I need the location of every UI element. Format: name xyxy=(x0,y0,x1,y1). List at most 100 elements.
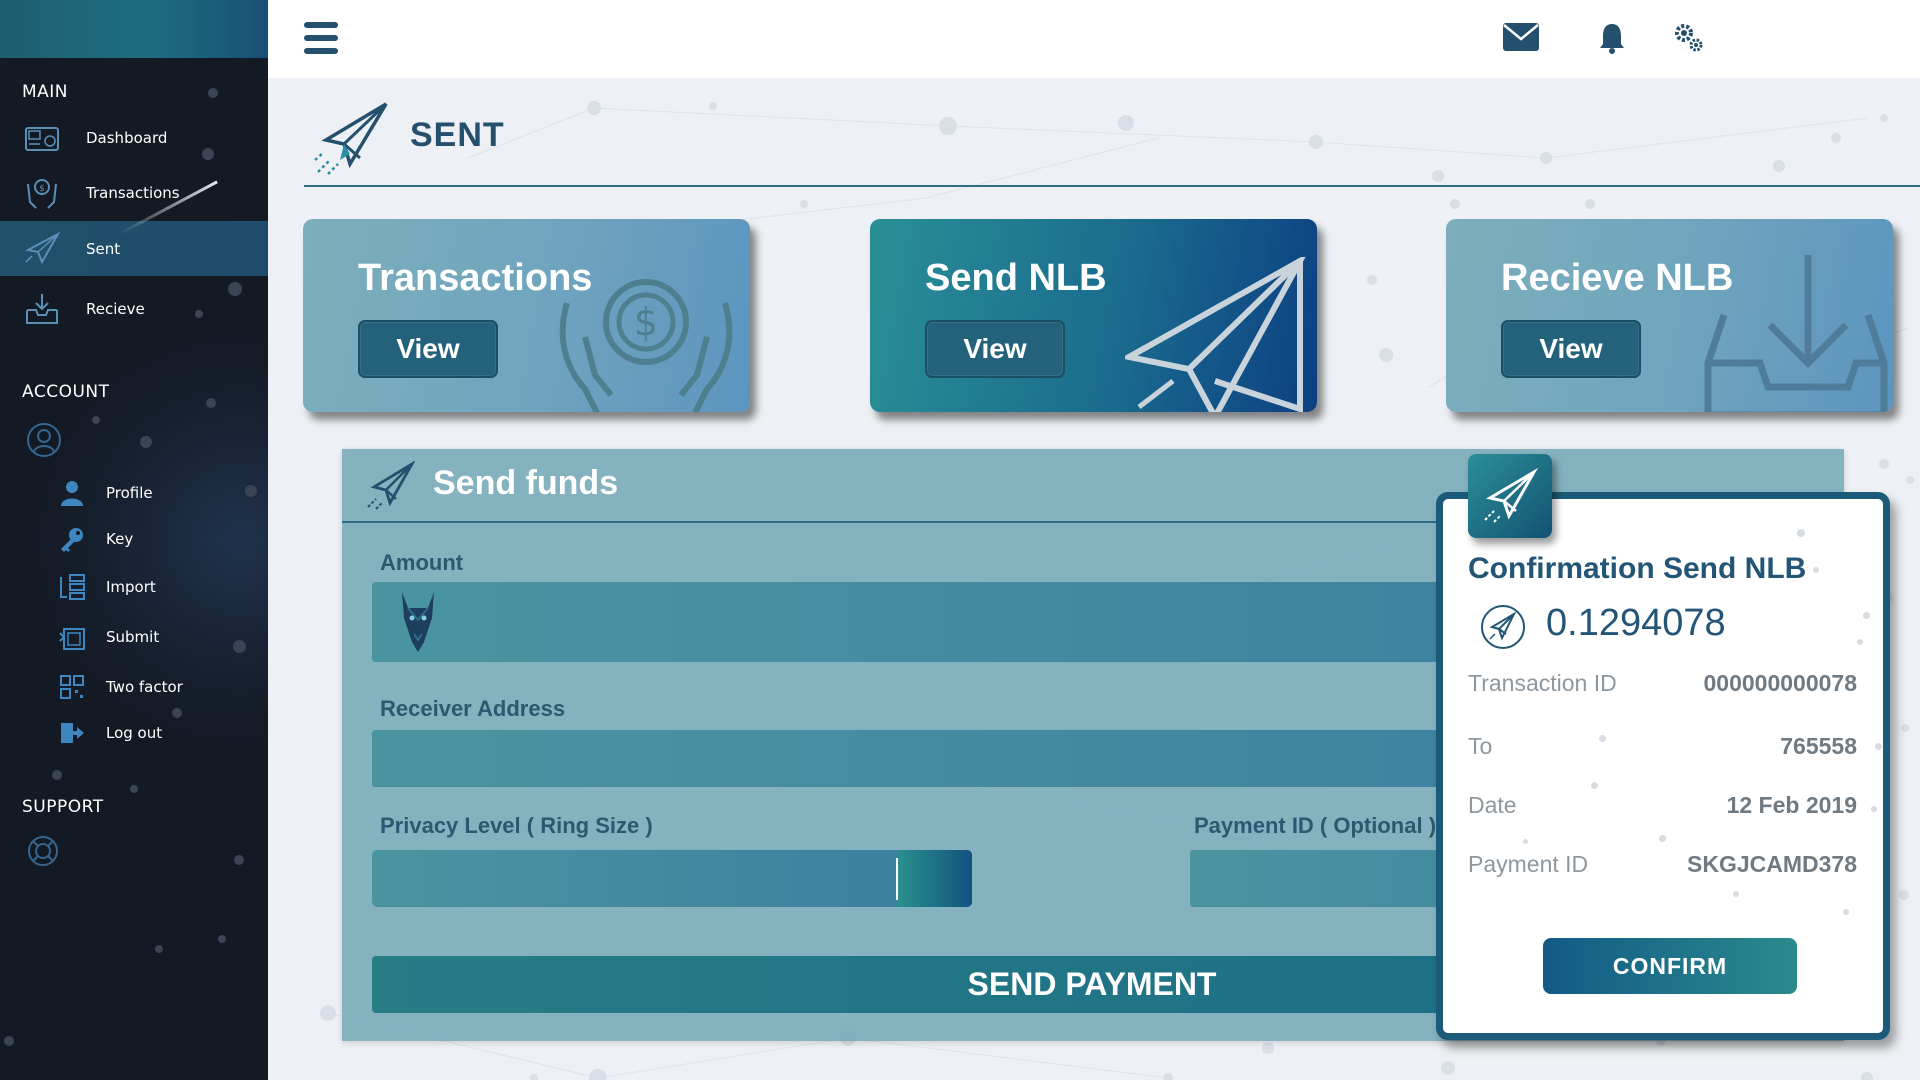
transactions-hands-icon: $ xyxy=(27,179,57,209)
card-title: Transactions xyxy=(358,257,593,299)
payment-id-value: SKGJCAMD378 xyxy=(1687,851,1857,877)
sidebar-item-label: Log out xyxy=(106,724,163,742)
sidebar-item-label: Profile xyxy=(106,484,153,502)
confirm-button[interactable]: CONFIRM xyxy=(1543,938,1797,994)
decor-dot xyxy=(1599,735,1606,742)
decor-dot xyxy=(155,945,163,953)
modal-title: Confirmation Send NLB xyxy=(1468,552,1807,585)
card-send-nlb: Send NLB View xyxy=(870,219,1317,412)
svg-text:$: $ xyxy=(634,300,658,344)
sidebar: MAIN Dashboard $ Transactions Sent Recie… xyxy=(0,0,268,1080)
decor-dot xyxy=(1843,909,1849,915)
coin-plane-icon xyxy=(1481,605,1525,649)
sidebar-item-label: Recieve xyxy=(86,300,145,318)
sidebar-item-label: Transactions xyxy=(86,184,180,202)
section-support: SUPPORT xyxy=(22,797,104,817)
decor-dot xyxy=(140,436,152,448)
paper-plane-icon xyxy=(1125,257,1306,412)
decor-dot xyxy=(1659,835,1666,842)
card-transactions: $ Transactions View xyxy=(303,219,750,412)
card-title: Send NLB xyxy=(925,257,1107,299)
paper-plane-icon xyxy=(25,231,60,264)
sidebar-item-two-factor[interactable]: Two factor xyxy=(0,667,268,707)
payment-id-label: Payment ID ( Optional ) xyxy=(1194,813,1437,838)
title-divider xyxy=(304,185,1920,187)
view-send-nlb-button[interactable]: View xyxy=(925,320,1065,378)
modal-badge xyxy=(1468,454,1552,538)
decor-dot xyxy=(4,1036,14,1046)
payment-id-label: Payment ID xyxy=(1468,851,1589,877)
view-recieve-nlb-button[interactable]: View xyxy=(1501,320,1641,378)
qr-code-icon xyxy=(60,675,84,699)
import-icon xyxy=(60,574,85,600)
decor-dot xyxy=(1523,839,1528,844)
decor-dot xyxy=(1813,567,1819,573)
decor-dot xyxy=(1871,806,1877,812)
wolf-logo-icon xyxy=(402,592,434,652)
sidebar-item-label: Dashboard xyxy=(86,129,168,147)
confirmation-amount: 0.1294078 xyxy=(1546,602,1726,644)
receiver-address-label: Receiver Address xyxy=(380,696,566,721)
decor-dot xyxy=(208,88,218,98)
amount-label: Amount xyxy=(380,550,464,575)
paper-plane-icon xyxy=(314,102,388,175)
sidebar-item-label: Import xyxy=(106,578,156,596)
bell-icon[interactable] xyxy=(1598,22,1626,54)
sidebar-item-label: Key xyxy=(106,530,134,548)
to-label: To xyxy=(1468,733,1493,759)
date-label: Date xyxy=(1468,792,1517,818)
svg-text:$: $ xyxy=(39,184,45,194)
paper-plane-icon xyxy=(1484,468,1538,523)
account-avatar-icon[interactable] xyxy=(26,422,62,458)
decor-dot xyxy=(1797,529,1805,537)
decor-dot xyxy=(1857,639,1863,645)
sidebar-item-submit[interactable]: Submit xyxy=(0,617,268,657)
sidebar-item-recieve[interactable]: Recieve xyxy=(0,283,268,335)
decor-dot xyxy=(92,416,100,424)
sidebar-item-label: Submit xyxy=(106,628,160,646)
sidebar-item-sent[interactable]: Sent xyxy=(0,221,268,276)
sidebar-item-profile[interactable]: Profile xyxy=(0,473,268,513)
support-lifebuoy-icon[interactable] xyxy=(26,834,60,868)
sidebar-item-label: Two factor xyxy=(106,678,183,696)
mail-icon[interactable] xyxy=(1502,22,1540,52)
page-title: SENT xyxy=(410,116,505,154)
sidebar-item-log-out[interactable]: Log out xyxy=(0,713,268,753)
card-title: Recieve NLB xyxy=(1501,257,1734,299)
section-main: MAIN xyxy=(22,82,69,102)
submit-icon xyxy=(59,628,85,650)
decor-dot xyxy=(1733,891,1739,897)
decor-dot xyxy=(206,398,216,408)
decor-dot xyxy=(1875,743,1882,750)
decor-dot xyxy=(1591,782,1598,789)
sidebar-item-key[interactable]: Key xyxy=(0,519,268,559)
decor-dot xyxy=(218,935,226,943)
slider-handle[interactable] xyxy=(896,858,898,900)
decor-dot xyxy=(52,770,62,780)
inbox-download-icon xyxy=(26,294,58,324)
decor-dot xyxy=(234,855,244,865)
settings-gears-icon[interactable] xyxy=(1673,22,1705,54)
privacy-level-label: Privacy Level ( Ring Size ) xyxy=(380,813,653,838)
sidebar-item-label: Sent xyxy=(86,239,121,258)
section-account: ACCOUNT xyxy=(22,382,110,402)
menu-icon[interactable] xyxy=(304,22,338,54)
date-value: 12 Feb 2019 xyxy=(1726,792,1857,818)
decor-dot xyxy=(130,785,138,793)
sidebar-item-dashboard[interactable]: Dashboard xyxy=(0,112,268,164)
to-value: 765558 xyxy=(1780,733,1857,759)
card-recieve-nlb: Recieve NLB View xyxy=(1446,219,1893,412)
decor-dot xyxy=(1863,612,1870,619)
slider-fill xyxy=(898,850,972,907)
view-transactions-button[interactable]: View xyxy=(358,320,498,378)
sidebar-item-transactions[interactable]: $ Transactions xyxy=(0,167,268,219)
sidebar-brand-bar xyxy=(0,0,268,58)
sidebar-item-import[interactable]: Import xyxy=(0,567,268,607)
privacy-level-slider[interactable] xyxy=(372,850,972,907)
key-icon xyxy=(61,528,83,552)
transaction-id-label: Transaction ID xyxy=(1468,670,1617,696)
logout-icon xyxy=(61,723,84,743)
send-funds-title: Send funds xyxy=(433,464,619,502)
dashboard-icon xyxy=(25,127,59,151)
user-icon xyxy=(61,481,83,506)
